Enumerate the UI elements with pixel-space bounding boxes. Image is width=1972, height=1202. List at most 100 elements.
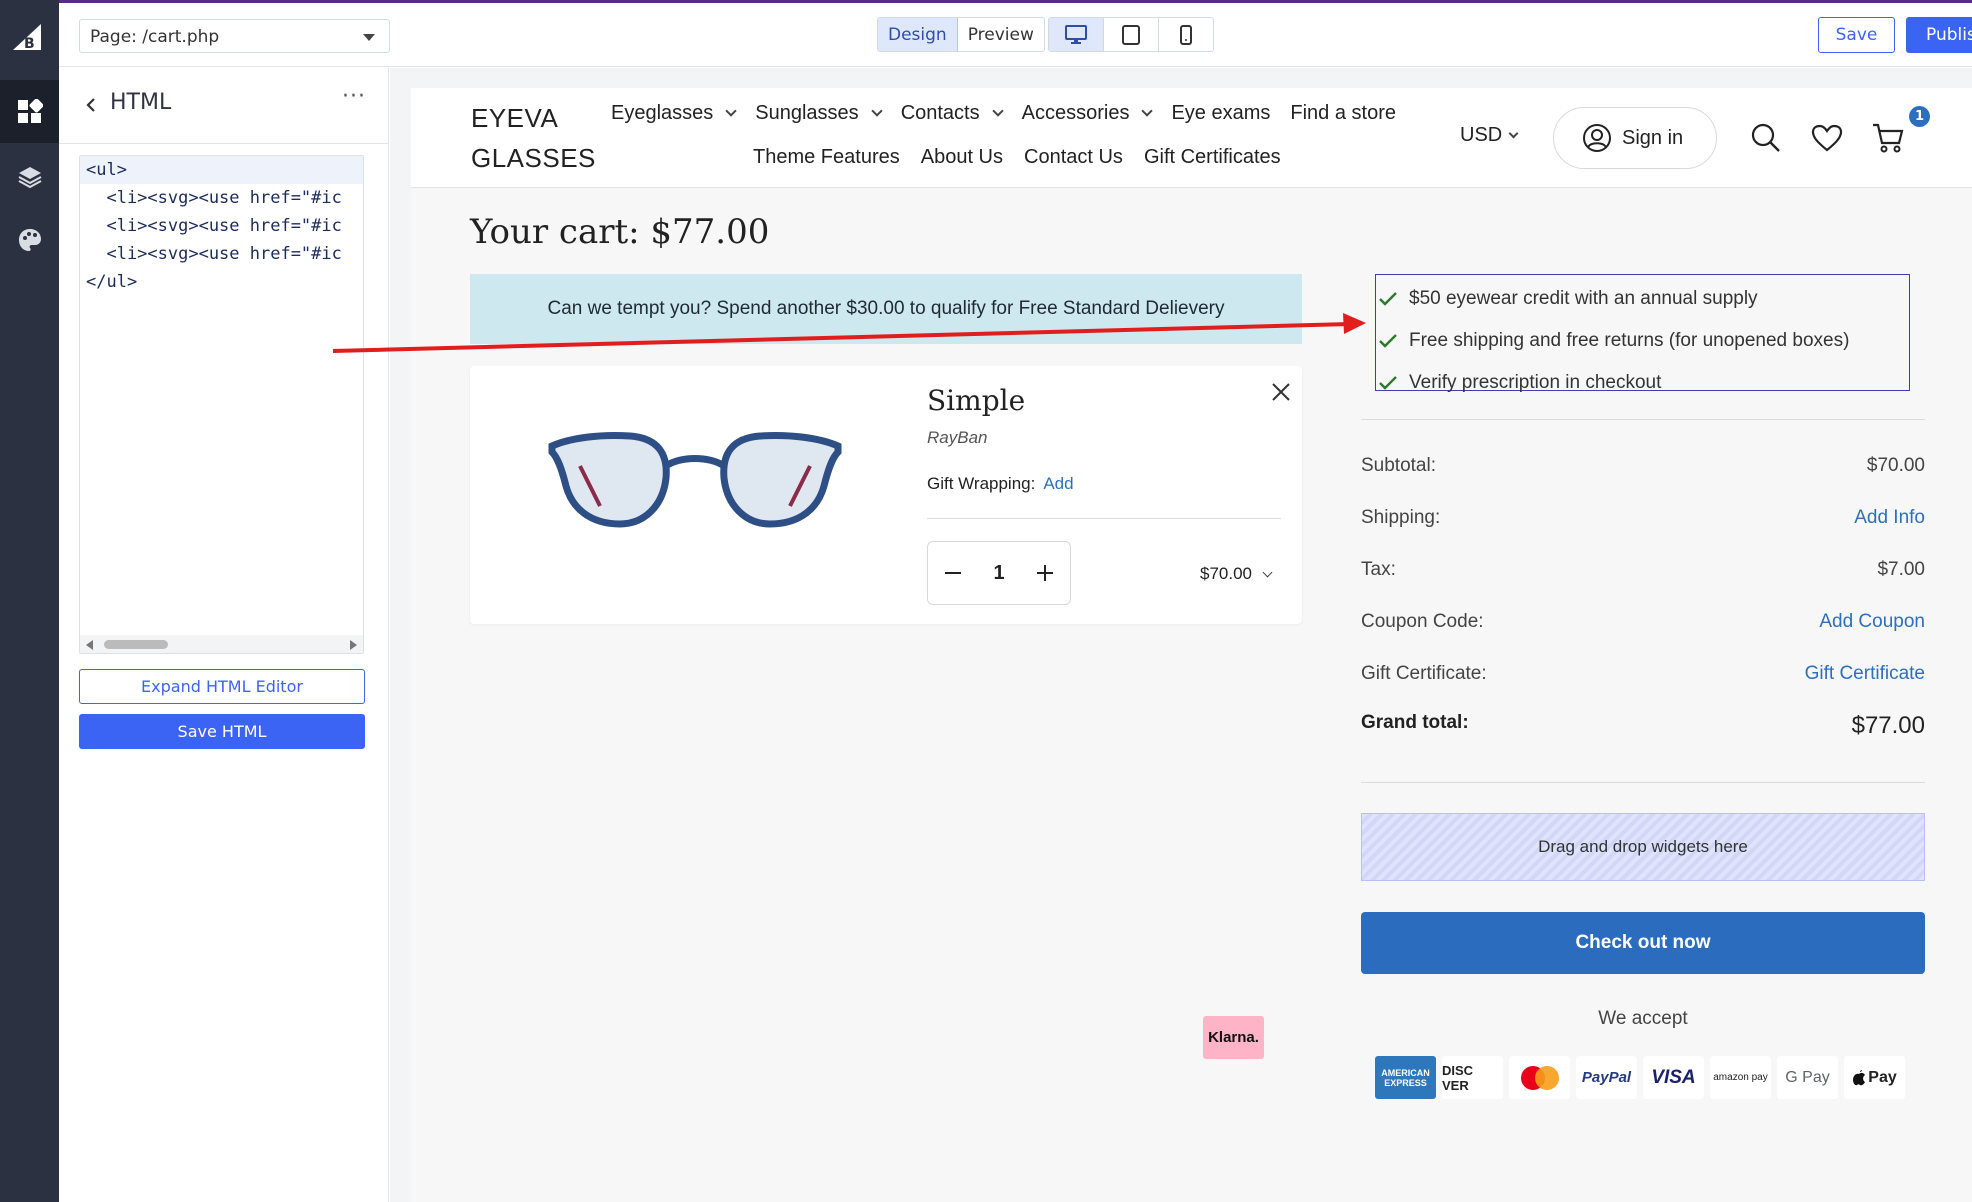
checkmark-icon bbox=[1379, 334, 1397, 348]
design-mode-button[interactable]: Design bbox=[878, 18, 958, 51]
cart-icon[interactable] bbox=[1871, 122, 1905, 154]
nav-item-eyeglasses[interactable]: Eyeglasses bbox=[611, 102, 737, 125]
scrollbar-thumb[interactable] bbox=[104, 640, 168, 649]
divider bbox=[927, 518, 1281, 519]
chevron-left-icon[interactable] bbox=[86, 97, 96, 113]
bigcommerce-logo-icon[interactable]: B bbox=[11, 20, 45, 54]
device-toggle bbox=[1048, 17, 1214, 52]
nav-item-contact-us[interactable]: Contact Us bbox=[1024, 146, 1123, 169]
quantity-value[interactable]: 1 bbox=[993, 562, 1004, 585]
expand-html-editor-button[interactable]: Expand HTML Editor bbox=[79, 669, 365, 704]
tax-value: $7.00 bbox=[1877, 559, 1925, 580]
product-brand: RayBan bbox=[927, 428, 988, 447]
rail-theme-styles-button[interactable] bbox=[0, 208, 59, 271]
visa-logo-icon: VISA bbox=[1643, 1056, 1704, 1099]
code-line: <ul> bbox=[80, 156, 363, 184]
gift-certificate-link[interactable]: Gift Certificate bbox=[1805, 663, 1925, 685]
checkout-button[interactable]: Check out now bbox=[1361, 912, 1925, 974]
publish-button[interactable]: Publish bbox=[1906, 17, 1972, 53]
nav-item-sunglasses[interactable]: Sunglasses bbox=[755, 102, 883, 125]
mobile-view-button[interactable] bbox=[1159, 18, 1213, 51]
nav-item-gift-certificates[interactable]: Gift Certificates bbox=[1144, 146, 1281, 169]
scroll-left-icon[interactable] bbox=[86, 640, 93, 650]
page-selector[interactable]: Page: /cart.php bbox=[79, 19, 390, 53]
sign-in-button[interactable]: Sign in bbox=[1553, 107, 1717, 169]
we-accept-label: We accept bbox=[1598, 1008, 1688, 1029]
secondary-nav: Theme Features About Us Contact Us Gift … bbox=[753, 146, 1302, 169]
shipping-add-info-link[interactable]: Add Info bbox=[1854, 507, 1925, 529]
save-button[interactable]: Save bbox=[1818, 17, 1895, 53]
nav-item-about-us[interactable]: About Us bbox=[921, 146, 1003, 169]
quantity-stepper: 1 bbox=[927, 541, 1071, 605]
mode-toggle: Design Preview bbox=[877, 17, 1045, 52]
nav-item-contacts[interactable]: Contacts bbox=[900, 102, 1004, 125]
desktop-icon bbox=[1065, 24, 1087, 44]
mastercard-logo-icon bbox=[1509, 1056, 1570, 1099]
chevron-down-icon bbox=[871, 104, 883, 117]
horizontal-scrollbar[interactable] bbox=[80, 635, 363, 653]
add-coupon-link[interactable]: Add Coupon bbox=[1819, 611, 1925, 633]
rail-widgets-button[interactable] bbox=[0, 80, 59, 143]
shipping-label: Shipping: bbox=[1361, 507, 1441, 528]
summary-shipping-row: Shipping: Add Info bbox=[1361, 507, 1925, 529]
heart-icon[interactable] bbox=[1811, 124, 1843, 152]
chevron-down-icon bbox=[1141, 104, 1154, 117]
cart-title: Your cart: $77.00 bbox=[470, 212, 770, 252]
html-code-editor[interactable]: <ul> <li><svg><use href="#ic <li><svg><u… bbox=[79, 155, 364, 654]
code-line: <li><svg><use href="#ic bbox=[86, 244, 342, 264]
nav-item-theme-features[interactable]: Theme Features bbox=[753, 146, 900, 169]
minus-icon[interactable] bbox=[944, 564, 962, 582]
apple-pay-label: Pay bbox=[1868, 1068, 1897, 1086]
scroll-right-icon[interactable] bbox=[350, 640, 357, 650]
app-rail: B bbox=[0, 0, 59, 1202]
widget-dropzone[interactable]: Drag and drop widgets here bbox=[1361, 813, 1925, 881]
palette-icon bbox=[18, 228, 41, 251]
mobile-icon bbox=[1180, 24, 1192, 45]
benefit-text: Verify prescription in checkout bbox=[1409, 372, 1662, 393]
plus-icon[interactable] bbox=[1036, 564, 1054, 582]
tablet-view-button[interactable] bbox=[1104, 18, 1159, 51]
summary-grand-total-row: Grand total: $77.00 bbox=[1361, 712, 1925, 740]
klarna-logo-icon: Klarna. bbox=[1203, 1016, 1264, 1059]
search-icon[interactable] bbox=[1750, 122, 1782, 154]
desktop-view-button[interactable] bbox=[1049, 18, 1104, 51]
checkmark-icon bbox=[1379, 376, 1397, 390]
gift-certificate-label: Gift Certificate: bbox=[1361, 663, 1487, 684]
summary-subtotal-row: Subtotal: $70.00 bbox=[1361, 455, 1925, 477]
primary-nav: Eyeglasses Sunglasses Contacts Accessori… bbox=[611, 102, 1416, 125]
widgets-icon bbox=[17, 98, 43, 123]
benefit-item: $50 eyewear credit with an annual supply bbox=[1376, 278, 1909, 320]
divider bbox=[1361, 419, 1925, 420]
benefits-list[interactable]: $50 eyewear credit with an annual supply… bbox=[1375, 274, 1910, 393]
grand-total-value: $77.00 bbox=[1851, 712, 1925, 739]
user-icon bbox=[1583, 124, 1611, 152]
eyeglasses-product-image[interactable] bbox=[540, 426, 850, 536]
discover-logo-icon: DISC VER bbox=[1442, 1056, 1503, 1099]
gift-wrapping-add-link[interactable]: Add bbox=[1043, 474, 1073, 493]
save-html-button[interactable]: Save HTML bbox=[79, 714, 365, 749]
store-logo[interactable]: EYEVA GLASSES bbox=[471, 98, 611, 178]
item-price-dropdown[interactable]: $70.00 bbox=[1200, 564, 1273, 584]
nav-item-eye-exams[interactable]: Eye exams bbox=[1171, 102, 1270, 125]
benefit-item: Verify prescription in checkout bbox=[1376, 362, 1909, 404]
checkmark-icon bbox=[1379, 292, 1397, 306]
more-options-icon[interactable]: ··· bbox=[342, 84, 366, 109]
summary-coupon-row: Coupon Code: Add Coupon bbox=[1361, 611, 1925, 633]
logo-line: GLASSES bbox=[471, 143, 596, 173]
benefit-item: Free shipping and free returns (for unop… bbox=[1376, 320, 1909, 362]
product-name[interactable]: Simple bbox=[927, 384, 1025, 417]
divider bbox=[1361, 782, 1925, 783]
google-pay-logo-icon: G Pay bbox=[1777, 1056, 1838, 1099]
code-line: </ul> bbox=[86, 272, 138, 292]
panel-title: HTML bbox=[110, 90, 172, 115]
preview-mode-button[interactable]: Preview bbox=[958, 18, 1044, 51]
grand-total-label: Grand total: bbox=[1361, 712, 1469, 733]
html-widget-panel: HTML ··· <ul> <li><svg><use href="#ic <l… bbox=[59, 68, 389, 1202]
nav-item-accessories[interactable]: Accessories bbox=[1022, 102, 1154, 125]
rail-layers-button[interactable] bbox=[0, 145, 59, 208]
close-icon[interactable] bbox=[1271, 382, 1291, 402]
nav-label: Contacts bbox=[900, 102, 980, 124]
layers-icon bbox=[18, 166, 41, 188]
currency-selector[interactable]: USD bbox=[1460, 124, 1519, 147]
nav-item-find-a-store[interactable]: Find a store bbox=[1290, 102, 1396, 125]
